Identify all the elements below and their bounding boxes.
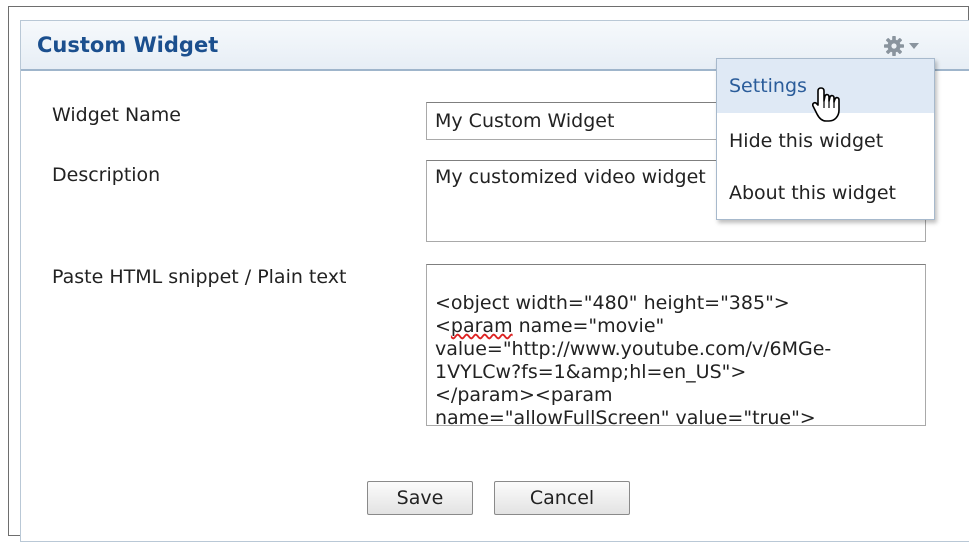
menu-item-about-widget[interactable]: About this widget (717, 169, 934, 217)
chevron-down-icon (909, 43, 919, 49)
menu-item-hide-widget[interactable]: Hide this widget (717, 117, 934, 165)
save-button[interactable]: Save (367, 481, 473, 515)
hand-cursor-icon (812, 87, 840, 122)
gear-icon (884, 36, 904, 56)
snippet-line: value="http://www.youtube.com/v/6MGe- (435, 338, 832, 360)
cancel-button[interactable]: Cancel (494, 481, 630, 515)
widget-title: Custom Widget (37, 33, 219, 57)
widget-name-label: Widget Name (52, 104, 182, 126)
description-label: Description (52, 164, 161, 186)
snippet-line: <param name="movie" (435, 315, 665, 337)
snippet-field[interactable]: <object width="480" height="385"> <param … (426, 264, 926, 426)
snippet-line: </param><param (435, 384, 613, 406)
settings-dropdown-menu: Settings Hide this widget About this wid… (716, 58, 935, 220)
snippet-label: Paste HTML snippet / Plain text (52, 266, 347, 288)
widget-name-field[interactable]: My Custom Widget (426, 102, 726, 140)
settings-menu-button[interactable] (883, 31, 923, 61)
snippet-line: 1VYLCw?fs=1&amp;hl=en_US"> (435, 361, 747, 383)
snippet-line: <object width="480" height="385"> (435, 292, 790, 314)
snippet-line: name="allowFullScreen" value="true"> (435, 407, 816, 426)
